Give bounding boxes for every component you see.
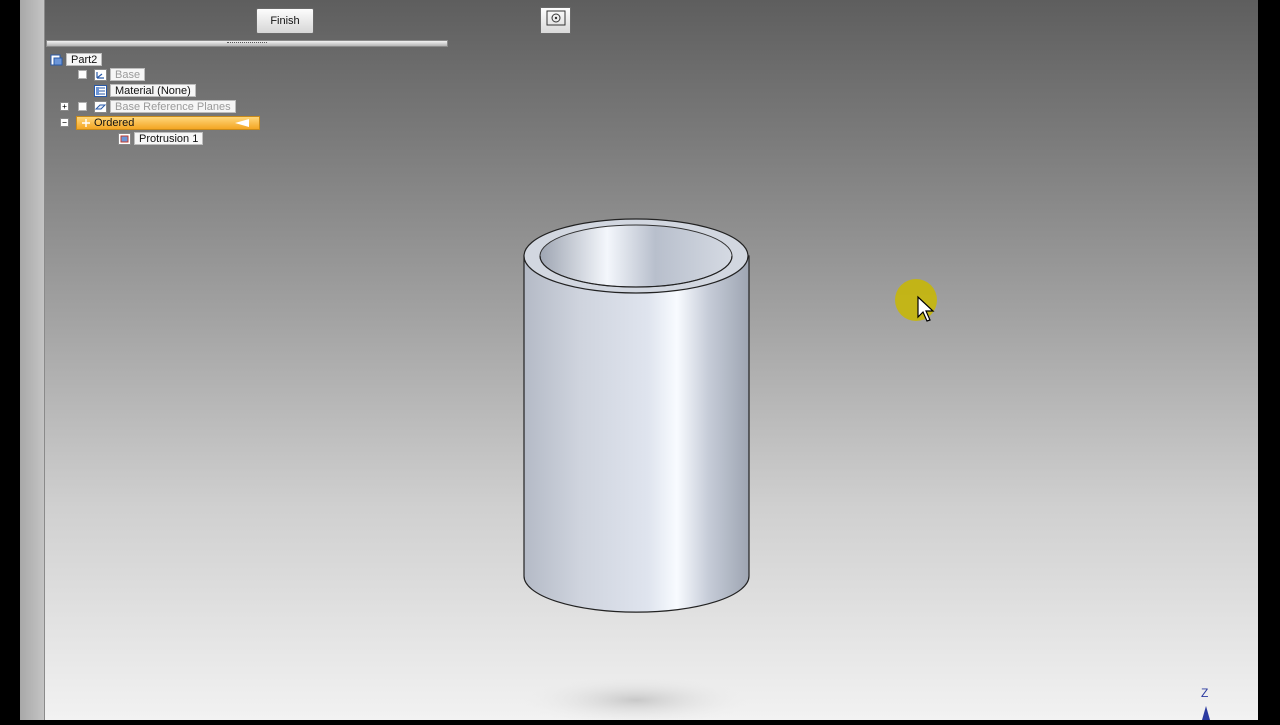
left-edge <box>0 0 20 720</box>
floor-shadow <box>521 675 751 720</box>
finish-button[interactable]: Finish <box>256 8 314 34</box>
tree-node-part[interactable]: Part2 <box>50 53 103 66</box>
tree-node-label: Material (None) <box>110 84 196 97</box>
tree-node-label: Protrusion 1 <box>134 132 204 145</box>
rollback-arrow-icon[interactable] <box>235 119 249 127</box>
base-visibility-checkbox[interactable] <box>78 70 87 79</box>
tree-node-ordered[interactable]: Ordered <box>76 116 260 130</box>
tree-node-label: Base <box>110 68 146 81</box>
part-icon <box>50 54 63 66</box>
coordinate-system-icon <box>94 68 107 81</box>
view-target-button[interactable] <box>540 7 571 34</box>
ref-planes-visibility-checkbox[interactable] <box>78 102 87 111</box>
right-edge <box>1258 0 1280 720</box>
tree-node-ref-planes[interactable]: Base Reference Planes <box>94 100 236 113</box>
cylinder-model[interactable] <box>523 218 750 613</box>
collapse-ordered-toggle[interactable]: − <box>60 118 69 127</box>
expand-ref-planes-toggle[interactable]: + <box>60 102 69 111</box>
ordered-icon <box>81 117 91 129</box>
tree-node-base[interactable]: Base <box>94 68 146 81</box>
reference-plane-icon <box>94 100 107 113</box>
protrusion-icon <box>118 132 131 145</box>
pathfinder-splitter[interactable] <box>46 40 448 47</box>
tree-node-label: Ordered <box>94 117 135 129</box>
tree-node-protrusion[interactable]: Protrusion 1 <box>118 132 204 145</box>
view-triad[interactable] <box>1196 686 1216 720</box>
mouse-cursor <box>893 276 943 331</box>
tree-node-label: Part2 <box>66 53 103 66</box>
left-panel-strip <box>20 0 45 720</box>
material-table-icon <box>94 84 107 97</box>
tree-node-label: Base Reference Planes <box>110 100 236 113</box>
target-view-icon <box>546 10 566 31</box>
tree-node-material[interactable]: Material (None) <box>94 84 196 97</box>
